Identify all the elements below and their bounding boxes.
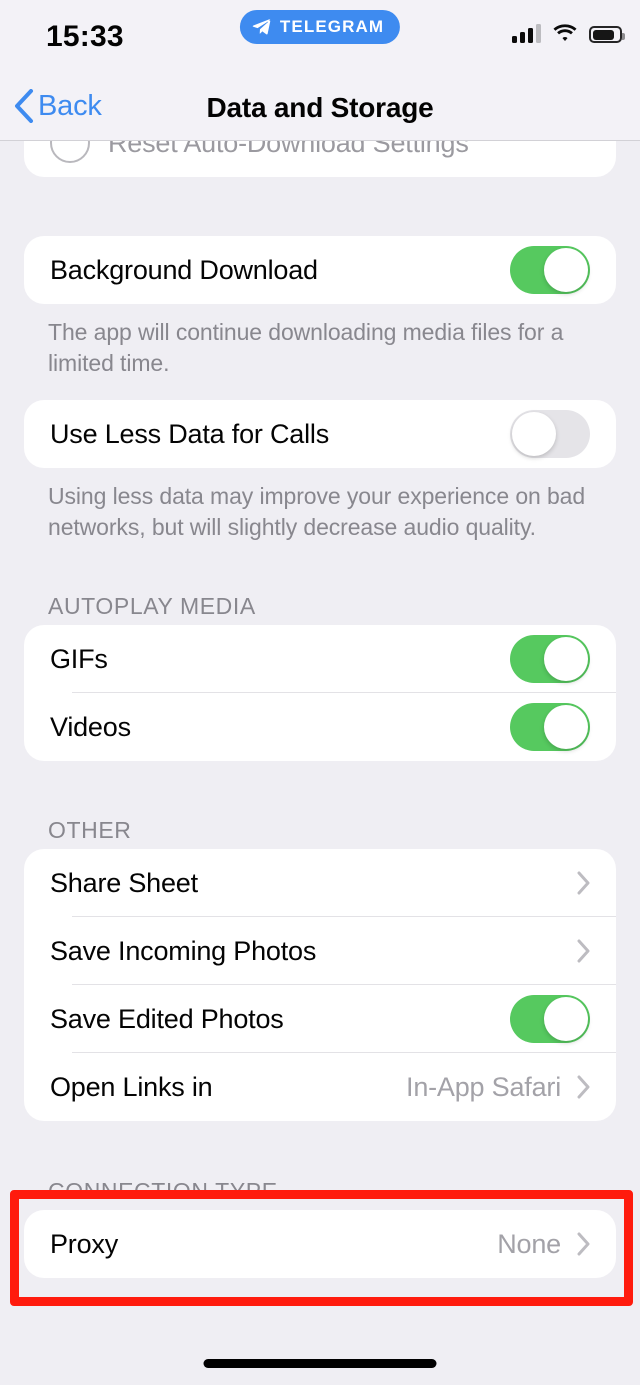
telegram-app-badge[interactable]: TELEGRAM	[239, 10, 401, 44]
row-value: In-App Safari	[406, 1071, 561, 1102]
telegram-badge-label: TELEGRAM	[279, 17, 385, 36]
toggle-knob	[544, 997, 588, 1041]
reset-settings-card-clipped: Reset Auto-Download Settings	[0, 141, 640, 177]
row-label: Proxy	[50, 1228, 119, 1259]
section-header-autoplay-media: AUTOPLAY MEDIA	[48, 593, 256, 619]
row-background-download[interactable]: Background Download	[24, 236, 616, 304]
use-less-data-card: Use Less Data for Calls	[24, 400, 616, 468]
background-download-footnote: The app will continue downloading media …	[48, 319, 564, 376]
settings-scroll-area[interactable]: Reset Auto-Download Settings Background …	[0, 141, 640, 1385]
row-open-links-in[interactable]: Open Links in In-App Safari	[24, 1053, 616, 1121]
chevron-right-icon	[577, 871, 590, 895]
status-bar-indicators	[512, 24, 625, 43]
section-header-other: OTHER	[48, 817, 132, 843]
row-label: Save Incoming Photos	[50, 935, 317, 966]
phone-screen: 15:33 TELEGRAM Back Data and Storage Res…	[0, 0, 640, 1385]
battery-icon	[589, 26, 625, 43]
row-label: Share Sheet	[50, 867, 198, 898]
row-use-less-data-for-calls[interactable]: Use Less Data for Calls	[24, 400, 616, 468]
circle-icon	[50, 141, 90, 163]
row-label: Save Edited Photos	[50, 1003, 284, 1034]
row-label: Use Less Data for Calls	[50, 418, 330, 449]
page-title: Data and Storage	[206, 92, 434, 123]
home-indicator	[203, 1359, 437, 1368]
row-save-incoming-photos[interactable]: Save Incoming Photos	[24, 917, 616, 985]
videos-toggle[interactable]	[510, 703, 590, 751]
status-bar: 15:33 TELEGRAM	[0, 0, 640, 72]
background-download-toggle[interactable]	[510, 246, 590, 294]
row-videos[interactable]: Videos	[24, 693, 616, 761]
use-less-data-toggle[interactable]	[510, 410, 590, 458]
row-label: Videos	[50, 711, 131, 742]
toggle-knob	[544, 705, 588, 749]
save-edited-photos-toggle[interactable]	[510, 995, 590, 1043]
autoplay-media-card: GIFs Videos	[24, 625, 616, 761]
toggle-knob	[512, 412, 556, 456]
chevron-right-icon	[577, 1075, 590, 1099]
row-reset-auto-download[interactable]: Reset Auto-Download Settings	[24, 141, 616, 177]
cellular-signal-icon	[512, 24, 541, 43]
status-bar-time: 15:33	[46, 20, 124, 53]
telegram-plane-icon	[252, 18, 271, 35]
row-label: Background Download	[50, 254, 318, 285]
row-share-sheet[interactable]: Share Sheet	[24, 849, 616, 917]
row-value: None	[497, 1228, 561, 1259]
row-proxy[interactable]: Proxy None	[24, 1210, 616, 1278]
chevron-right-icon	[577, 1232, 590, 1256]
connection-type-card: Proxy None	[24, 1210, 616, 1278]
toggle-knob	[544, 248, 588, 292]
other-card: Share Sheet Save Incoming Photos Save Ed…	[24, 849, 616, 1121]
section-header-connection-type: CONNECTION TYPE	[48, 1178, 278, 1204]
row-label: Reset Auto-Download Settings	[108, 141, 469, 158]
gifs-toggle[interactable]	[510, 635, 590, 683]
chevron-right-icon	[577, 939, 590, 963]
row-save-edited-photos[interactable]: Save Edited Photos	[24, 985, 616, 1053]
row-label: GIFs	[50, 643, 108, 674]
row-label: Open Links in	[50, 1071, 213, 1102]
nav-bar: Back Data and Storage	[0, 72, 640, 141]
reset-settings-card: Reset Auto-Download Settings	[24, 141, 616, 177]
background-download-card: Background Download	[24, 236, 616, 304]
use-less-data-footnote: Using less data may improve your experie…	[48, 483, 586, 540]
row-gifs[interactable]: GIFs	[24, 625, 616, 693]
toggle-knob	[544, 637, 588, 681]
wifi-icon	[553, 24, 577, 41]
